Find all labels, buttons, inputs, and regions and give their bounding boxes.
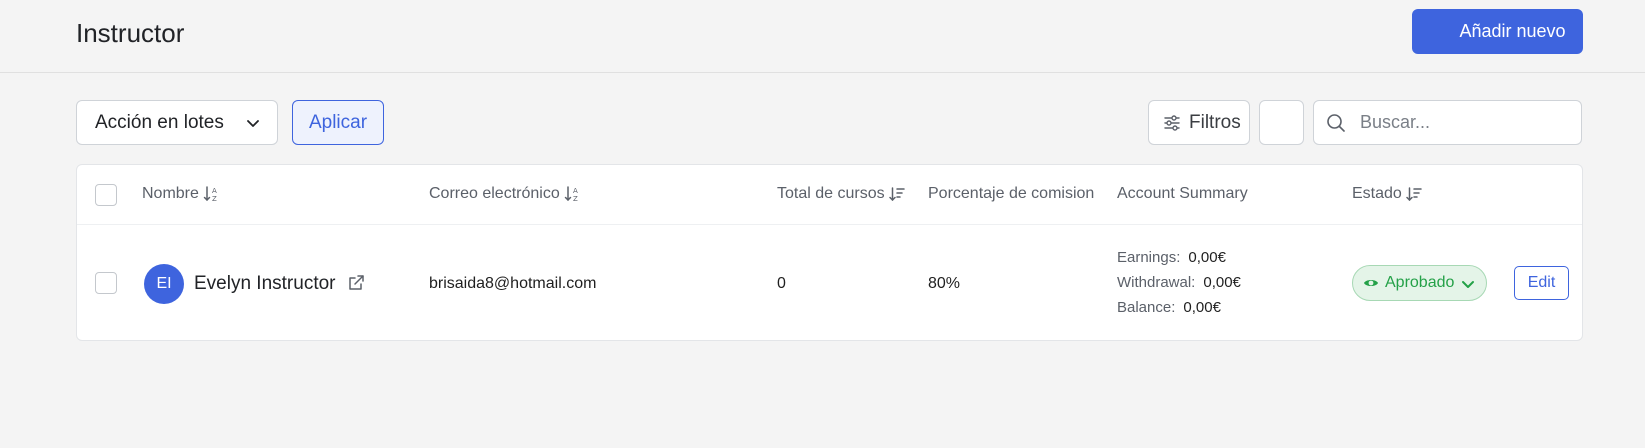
search-input[interactable] xyxy=(1360,112,1560,133)
filters-button[interactable]: Filtros xyxy=(1148,100,1250,145)
toolbar-empty-button[interactable] xyxy=(1259,100,1304,145)
balance-label: Balance: xyxy=(1117,299,1176,316)
earnings-label: Earnings: xyxy=(1117,249,1181,266)
eye-icon xyxy=(1364,280,1378,286)
withdrawal-line: Withdrawal: 0,00€ xyxy=(1117,274,1241,291)
filters-label: Filtros xyxy=(1189,111,1241,133)
bulk-action-select[interactable]: Acción en lotes xyxy=(76,100,278,145)
balance-line: Balance: 0,00€ xyxy=(1117,299,1221,316)
balance-value: 0,00€ xyxy=(1183,299,1221,316)
withdrawal-label: Withdrawal: xyxy=(1117,274,1196,291)
column-header-total-courses[interactable]: Total de cursos xyxy=(777,185,905,203)
svg-text:A: A xyxy=(573,187,578,195)
external-link-icon[interactable] xyxy=(347,274,365,292)
svg-text:Z: Z xyxy=(573,195,578,203)
column-header-account-summary: Account Summary xyxy=(1117,185,1248,203)
sort-alpha-icon: A Z xyxy=(564,186,578,203)
total-courses-value: 0 xyxy=(777,275,786,292)
withdrawal-value: 0,00€ xyxy=(1203,274,1241,291)
column-header-email[interactable]: Correo electrónico A Z xyxy=(429,185,582,203)
search-box[interactable] xyxy=(1313,100,1582,145)
chevron-down-icon xyxy=(1462,281,1474,288)
search-icon xyxy=(1327,113,1345,132)
apply-button[interactable]: Aplicar xyxy=(292,100,384,145)
column-header-name-label: Nombre xyxy=(142,185,199,202)
column-header-commission: Porcentaje de comision xyxy=(928,185,1094,203)
sliders-icon xyxy=(1164,114,1180,131)
svg-text:Z: Z xyxy=(212,195,217,203)
sort-order-icon xyxy=(1406,187,1422,202)
instructor-name[interactable]: Evelyn Instructor xyxy=(194,273,336,295)
add-new-button[interactable]: Añadir nuevo xyxy=(1412,9,1583,54)
sort-alpha-icon: A Z xyxy=(203,186,217,203)
column-header-email-label: Correo electrónico xyxy=(429,185,560,202)
status-label: Aprobado xyxy=(1385,274,1455,291)
column-header-status[interactable]: Estado xyxy=(1352,185,1422,203)
instructor-email: brisaida8@hotmail.com xyxy=(429,275,597,292)
column-header-commission-label: Porcentaje de comision xyxy=(928,185,1095,202)
sort-order-icon xyxy=(888,187,905,202)
avatar: EI xyxy=(144,264,184,304)
bulk-action-label: Acción en lotes xyxy=(95,111,224,133)
page-title: Instructor xyxy=(76,18,185,48)
page-header: Instructor Añadir nuevo xyxy=(0,0,1645,73)
earnings-value: 0,00€ xyxy=(1188,249,1226,266)
earnings-line: Earnings: 0,00€ xyxy=(1117,249,1226,266)
column-header-total-courses-label: Total de cursos xyxy=(777,185,885,202)
select-all-checkbox[interactable] xyxy=(95,184,117,206)
edit-button[interactable]: Edit xyxy=(1514,266,1569,300)
instructors-table: Nombre A Z Correo electrónico A Z Total … xyxy=(76,164,1583,341)
chevron-down-icon xyxy=(247,120,259,127)
column-header-status-label: Estado xyxy=(1352,185,1402,202)
table-header: Nombre A Z Correo electrónico A Z Total … xyxy=(77,165,1582,225)
column-header-account-summary-label: Account Summary xyxy=(1117,185,1248,202)
status-dropdown[interactable]: Aprobado xyxy=(1352,265,1487,301)
column-header-name[interactable]: Nombre A Z xyxy=(142,185,221,203)
row-checkbox[interactable] xyxy=(95,272,117,294)
commission-value: 80% xyxy=(928,275,961,292)
svg-text:A: A xyxy=(212,187,217,195)
avatar-initials: EI xyxy=(156,275,172,292)
